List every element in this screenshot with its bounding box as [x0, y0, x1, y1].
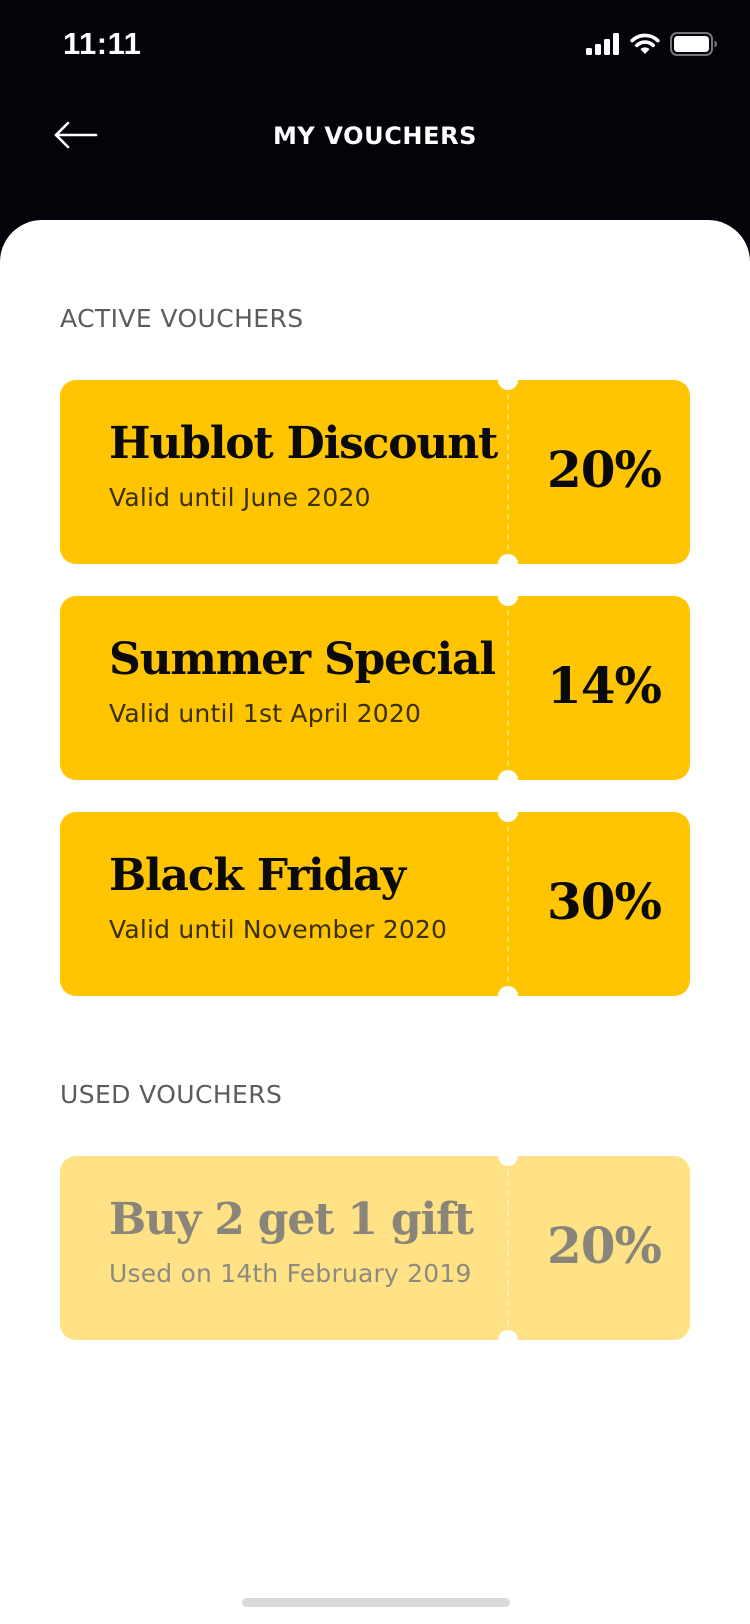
battery-icon	[670, 31, 718, 61]
ticket-notch	[498, 554, 518, 574]
ticket-notch	[498, 802, 518, 822]
ticket-notch	[498, 370, 518, 390]
voucher-card[interactable]: Summer Special Valid until 1st April 202…	[60, 586, 690, 790]
ticket-notch	[498, 770, 518, 790]
content-sheet: ACTIVE VOUCHERS Hublot Discount Valid un…	[0, 220, 750, 1624]
status-icons	[586, 31, 718, 61]
voucher-title: Hublot Discount	[109, 418, 498, 469]
voucher-card[interactable]: Hublot Discount Valid until June 2020 20…	[60, 370, 690, 574]
ticket-notch	[498, 1146, 518, 1166]
voucher-title: Black Friday	[109, 850, 406, 901]
voucher-discount: 14%	[546, 656, 662, 715]
ticket-perforation	[507, 394, 509, 550]
voucher-validity: Valid until June 2020	[109, 483, 371, 512]
ticket-perforation	[507, 610, 509, 766]
voucher-discount: 20%	[546, 1216, 662, 1275]
voucher-used-date: Used on 14th February 2019	[109, 1259, 472, 1288]
used-vouchers-heading: USED VOUCHERS	[60, 1080, 283, 1109]
voucher-title: Buy 2 get 1 gift	[109, 1194, 474, 1245]
ticket-notch	[498, 986, 518, 1006]
voucher-validity: Valid until November 2020	[109, 915, 448, 944]
status-bar: 11:11	[0, 0, 750, 90]
voucher-validity: Valid until 1st April 2020	[109, 699, 422, 728]
voucher-card[interactable]: Black Friday Valid until November 2020 3…	[60, 802, 690, 1006]
vouchers-screen: 11:11 MY VOUCHERS ACTIVE VOUCHERS Hublot…	[0, 0, 750, 1624]
voucher-discount: 20%	[546, 440, 662, 499]
voucher-title: Summer Special	[109, 634, 496, 685]
voucher-discount: 30%	[546, 872, 662, 931]
used-voucher-card[interactable]: Buy 2 get 1 gift Used on 14th February 2…	[60, 1146, 690, 1350]
navigation-header: MY VOUCHERS	[0, 100, 750, 176]
wifi-icon	[630, 33, 660, 60]
active-vouchers-heading: ACTIVE VOUCHERS	[60, 304, 304, 333]
ticket-perforation	[507, 826, 509, 982]
cellular-signal-icon	[586, 32, 620, 60]
home-indicator[interactable]	[242, 1598, 510, 1607]
ticket-notch	[498, 586, 518, 606]
page-title: MY VOUCHERS	[272, 122, 478, 150]
status-time: 11:11	[63, 26, 142, 61]
ticket-notch	[498, 1330, 518, 1350]
ticket-perforation	[507, 1170, 509, 1326]
